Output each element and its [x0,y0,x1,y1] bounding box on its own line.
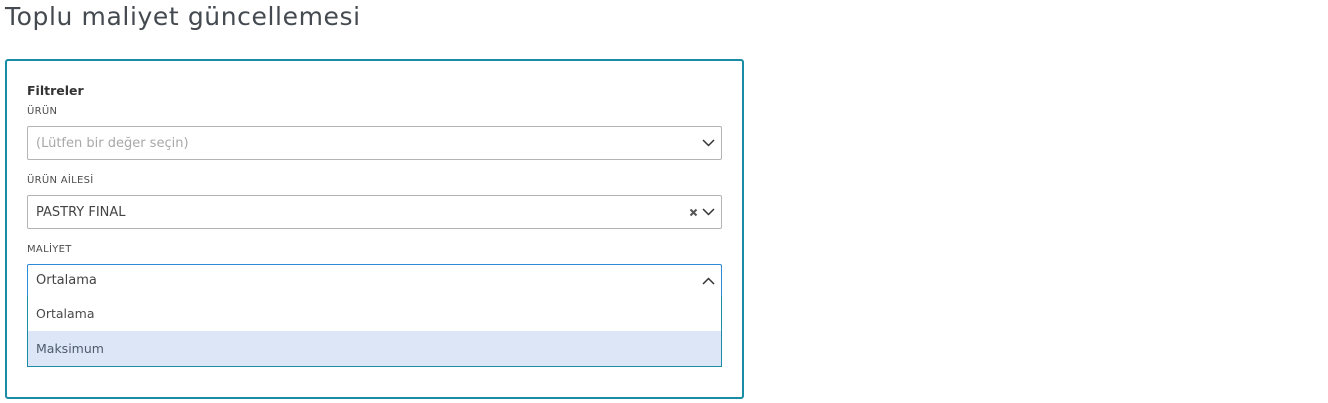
cost-dropdown-list: Ortalama Maksimum [27,296,722,367]
clear-icon[interactable] [687,205,699,219]
product-label: ÜRÜN [27,106,58,117]
product-select-placeholder: (Lütfen bir değer seçin) [36,135,189,151]
product-select[interactable]: (Lütfen bir değer seçin) [27,126,722,160]
chevron-up-icon[interactable] [701,274,715,288]
filters-heading: Filtreler [27,83,84,98]
cost-option-maksimum[interactable]: Maksimum [28,331,721,366]
cost-option-ortalama[interactable]: Ortalama [28,296,721,331]
cost-label: MALİYET [27,244,72,255]
product-family-label: ÜRÜN AİLESİ [27,175,94,186]
chevron-down-icon[interactable] [701,205,715,219]
cost-select[interactable]: Ortalama [27,264,722,296]
filters-panel: Filtreler ÜRÜN (Lütfen bir değer seçin) … [5,59,744,399]
product-family-select[interactable]: PASTRY FINAL [27,195,722,229]
product-family-value: PASTRY FINAL [36,204,126,220]
page-title: Toplu maliyet güncellemesi [5,2,361,31]
cost-select-value: Ortalama [36,273,97,288]
chevron-down-icon[interactable] [701,136,715,150]
